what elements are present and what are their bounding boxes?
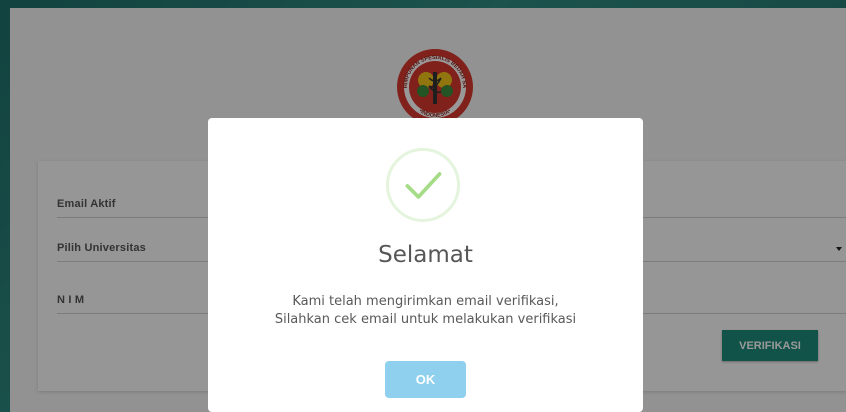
success-dialog: Selamat Kami telah mengirimkan email ver…: [208, 118, 643, 412]
dialog-message-line2: Silahkan cek email untuk melakukan verif…: [274, 312, 577, 327]
ok-button[interactable]: OK: [385, 361, 466, 398]
dialog-message: Kami telah mengirimkan email verifikasi,…: [208, 293, 643, 329]
dialog-message-line1: Kami telah mengirimkan email verifikasi,: [292, 294, 559, 309]
dialog-title: Selamat: [378, 242, 473, 268]
success-check-icon: [386, 148, 460, 222]
